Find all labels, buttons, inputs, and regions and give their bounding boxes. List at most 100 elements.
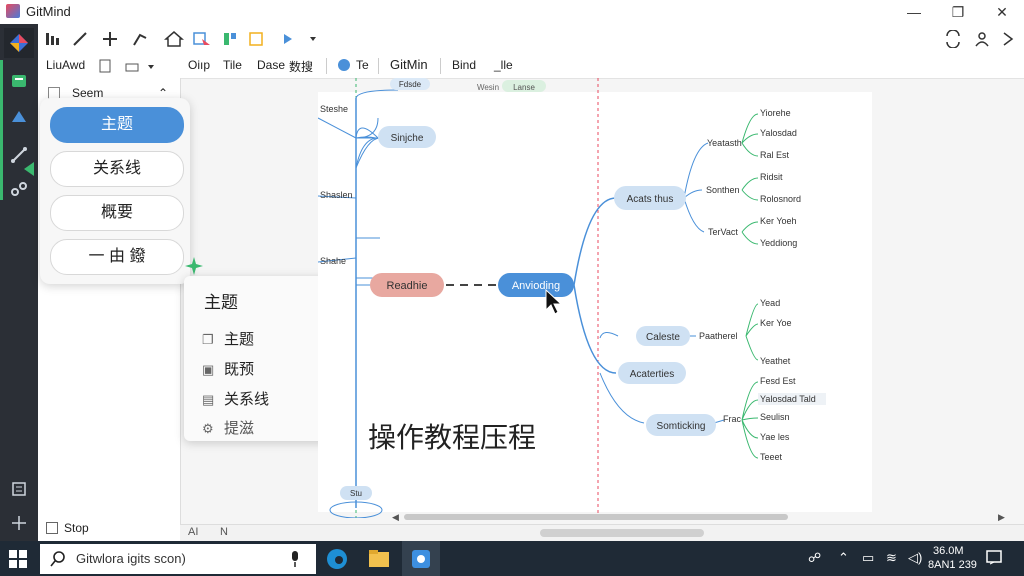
search-icon xyxy=(50,551,65,567)
leaf-node: Yae les xyxy=(760,432,790,442)
right-node: Acaterties xyxy=(630,369,674,380)
horizontal-scrollbar[interactable] xyxy=(404,514,788,520)
microphone-icon[interactable] xyxy=(288,550,302,568)
tab-file[interactable]: _lle xyxy=(494,58,513,72)
pin-icon[interactable] xyxy=(133,33,147,46)
close-button[interactable]: ✕ xyxy=(990,2,1014,22)
select-icon[interactable] xyxy=(193,32,210,45)
pen-icon[interactable] xyxy=(73,32,87,46)
move-icon[interactable] xyxy=(4,508,34,538)
minimize-button[interactable]: — xyxy=(902,2,926,22)
edge-icon[interactable] xyxy=(324,546,350,572)
format-icon[interactable] xyxy=(46,33,59,45)
insert-icon[interactable] xyxy=(284,34,292,44)
bottom-node: Stu xyxy=(350,489,362,498)
expand-icon[interactable] xyxy=(1003,32,1014,46)
menu-item-4[interactable]: 数搜 xyxy=(289,58,313,75)
stop-icon xyxy=(46,522,58,534)
left-node: Steshe xyxy=(320,104,348,114)
dropdown-icon[interactable] xyxy=(310,37,316,41)
maximize-button[interactable]: ❐ xyxy=(946,2,970,22)
doc-icon: ▤ xyxy=(202,392,215,407)
sticker-icon[interactable] xyxy=(4,102,34,132)
toolbar-right-icons xyxy=(946,30,1014,48)
title-bar xyxy=(0,0,1024,24)
scroll-left-icon[interactable]: ◀ xyxy=(392,512,399,523)
bottom-panel-item[interactable]: Stop xyxy=(64,521,89,535)
right-node: Caleste xyxy=(646,332,680,343)
right-node: Acats thus xyxy=(627,194,674,205)
gitmind-taskbar-icon[interactable] xyxy=(408,546,434,572)
gear-icon: ⚙ xyxy=(202,421,214,436)
collab-icon[interactable] xyxy=(975,32,989,47)
right-node: Somticking xyxy=(657,421,706,432)
app-logo-icon[interactable] xyxy=(4,28,34,58)
top-node: Lanse xyxy=(513,83,535,92)
network-icon[interactable]: ▭ xyxy=(862,550,874,566)
theme-icon[interactable] xyxy=(4,66,34,96)
leaf-node: Ral Est xyxy=(760,150,790,160)
menu-item-1[interactable]: Oiıp xyxy=(188,58,210,72)
ctx-item-preview[interactable]: ▣ 既预 xyxy=(202,358,254,379)
leaf-node: Seulisn xyxy=(760,412,790,422)
home-icon[interactable] xyxy=(164,31,184,47)
frame-icon[interactable] xyxy=(249,32,263,46)
tab-tr[interactable]: Te xyxy=(356,58,369,72)
ctx-item-topic[interactable]: ❐ 主题 xyxy=(202,328,254,349)
toolbar-icons xyxy=(46,31,316,47)
volume-icon[interactable]: ◁) xyxy=(908,550,922,566)
relation-line-button[interactable]: 关系线 xyxy=(50,151,184,187)
toolbar-divider xyxy=(440,58,441,74)
branch-label: Paatherel xyxy=(699,331,738,341)
leaf-node: Yead xyxy=(760,298,780,308)
note-icon: ▣ xyxy=(202,362,215,377)
topic-button[interactable]: 主题 xyxy=(50,107,184,143)
ctx-item-settings[interactable]: ⚙ 提滋 xyxy=(202,417,254,438)
frame-button[interactable]: 一 由 鏺 xyxy=(50,239,184,275)
add-icon[interactable] xyxy=(103,32,117,46)
left-node: Shahe xyxy=(320,256,346,266)
branch-label: Frac xyxy=(723,414,742,424)
tab-gitmind[interactable]: GitMin xyxy=(390,57,428,72)
chevron-up-icon[interactable]: ⌃ xyxy=(838,550,849,566)
notification-icon[interactable] xyxy=(986,550,1002,566)
status-right: N xyxy=(220,526,228,538)
print-icon[interactable] xyxy=(125,63,154,72)
status-left: AI xyxy=(188,526,199,538)
leaf-node: Yeddiong xyxy=(760,238,797,248)
clock-date[interactable]: 8AN1 239 xyxy=(928,559,977,571)
scroll-right-icon[interactable]: ▶ xyxy=(998,512,1005,523)
ctx-item-label: 主题 xyxy=(224,331,255,348)
ctx-item-label: 既预 xyxy=(224,361,255,378)
center-node-right: Anvioding xyxy=(512,280,560,292)
menu-item-3[interactable]: Dase xyxy=(257,58,285,72)
leaf-node: Yalosdad Tald xyxy=(760,394,816,404)
windows-start-icon[interactable] xyxy=(8,549,28,569)
sparkle-icon xyxy=(185,257,203,275)
branch-label: Sonthen xyxy=(706,185,740,195)
copy-icon: ❐ xyxy=(202,332,214,347)
layout-icon[interactable] xyxy=(224,33,236,45)
leaf-node: Teeet xyxy=(760,452,783,462)
tab-bind[interactable]: Bind xyxy=(452,58,476,72)
gitmind-logo-icon xyxy=(6,4,20,18)
share-icon[interactable] xyxy=(4,174,34,204)
menu-item-2[interactable]: Tile xyxy=(223,58,242,72)
leaf-node: Yalosdad xyxy=(760,128,797,138)
sync-icon[interactable] xyxy=(946,30,960,48)
people-icon[interactable]: ☍ xyxy=(808,550,821,566)
arrow-left-icon xyxy=(24,162,34,176)
file-explorer-icon[interactable] xyxy=(366,546,392,572)
clock-time[interactable]: 36.0M xyxy=(933,545,964,557)
globe-icon xyxy=(338,59,350,71)
export-icon[interactable] xyxy=(99,59,111,73)
outline-icon[interactable] xyxy=(4,474,34,504)
leaf-node: Ker Yoe xyxy=(760,318,792,328)
top-node: Wesin xyxy=(477,83,499,92)
summary-button[interactable]: 概要 xyxy=(50,195,184,231)
ctx-item-relation[interactable]: ▤ 关系线 xyxy=(202,388,269,409)
zoom-slider[interactable] xyxy=(540,529,704,537)
branch-label: Yeatasth xyxy=(707,138,742,148)
taskbar-search-text: Gitwlora igits scon) xyxy=(76,551,186,566)
wifi-icon[interactable]: ≋ xyxy=(886,550,897,566)
